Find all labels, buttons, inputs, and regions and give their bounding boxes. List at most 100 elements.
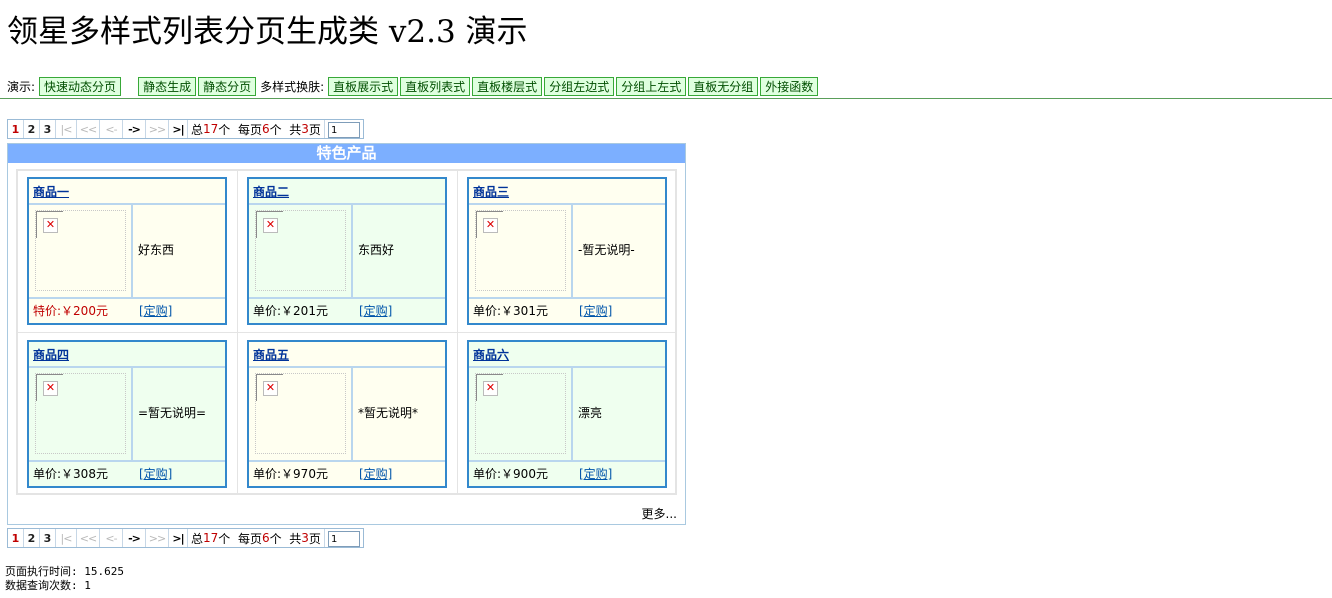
- product-card: 商品二 ✕ 东西好 单价:￥201元 [定购]: [247, 177, 447, 325]
- broken-image-icon: ✕: [43, 218, 58, 233]
- product-description: *暂无说明*: [358, 406, 419, 420]
- order-link[interactable]: [定购]: [359, 302, 392, 319]
- card-divider: [469, 203, 665, 205]
- product-name-link[interactable]: 商品六: [473, 346, 509, 363]
- pages-prefix: 共: [289, 531, 302, 546]
- page-link-2[interactable]: 2: [24, 529, 40, 547]
- broken-image-icon: ✕: [43, 381, 58, 396]
- pager-bottom: 1 2 3 |< << <- -> >> >| 总 17 个 每页 6 个 共3页: [7, 528, 364, 548]
- order-link[interactable]: [定购]: [139, 302, 172, 319]
- pages-prefix: 共: [289, 122, 302, 137]
- product-description: =暂无说明=: [138, 406, 207, 420]
- more-link[interactable]: 更多...: [642, 505, 677, 522]
- skin-label: 多样式换肤:: [260, 79, 325, 94]
- product-description: 东西好: [358, 243, 395, 257]
- prev-group-button: <<: [77, 529, 100, 547]
- page-jump-input[interactable]: [327, 531, 360, 547]
- per-suffix: 个: [269, 122, 282, 137]
- next-page-button[interactable]: ->: [123, 529, 146, 547]
- product-name-link[interactable]: 商品四: [33, 346, 69, 363]
- page-link-1[interactable]: 1: [8, 120, 24, 138]
- product-image[interactable]: ✕: [255, 210, 346, 291]
- per-suffix: 个: [269, 531, 282, 546]
- skin-button-external-func[interactable]: 外接函数: [760, 76, 819, 96]
- card-divider: [249, 366, 445, 368]
- product-price: 单价:￥201元: [253, 304, 328, 318]
- last-page-button[interactable]: >|: [169, 120, 188, 138]
- page-link-3[interactable]: 3: [40, 120, 56, 138]
- product-description: -暂无说明-: [578, 243, 635, 257]
- product-image[interactable]: ✕: [35, 373, 126, 454]
- static-page-button[interactable]: 静态分页: [198, 76, 257, 96]
- product-name-link[interactable]: 商品五: [253, 346, 289, 363]
- card-divider: [469, 460, 665, 462]
- per-page-count: 6: [261, 122, 270, 136]
- product-name-link[interactable]: 商品一: [33, 183, 69, 200]
- page-title: 领星多样式列表分页生成类 v2.3 演示: [7, 14, 528, 50]
- pager-top: 1 2 3 |< << <- -> >> >| 总 17 个 每页 6 个 共3页: [7, 119, 364, 139]
- broken-image-icon: ✕: [483, 381, 498, 396]
- page-link-1[interactable]: 1: [8, 529, 24, 547]
- page-count: 3: [301, 122, 309, 136]
- skin-button-group-top-left[interactable]: 分组上左式: [616, 76, 687, 96]
- next-group-button: >>: [146, 529, 169, 547]
- skin-button-straight-list[interactable]: 直板列表式: [400, 76, 471, 96]
- card-divider: [29, 203, 225, 205]
- card-divider: [351, 205, 353, 299]
- prev-page-button: <-: [100, 120, 123, 138]
- card-divider: [131, 368, 133, 462]
- static-gen-button[interactable]: 静态生成: [138, 76, 197, 96]
- product-card: 商品五 ✕ *暂无说明* 单价:￥970元 [定购]: [247, 340, 447, 488]
- total-count: 17: [203, 531, 219, 545]
- product-description: 漂亮: [578, 406, 603, 420]
- total-suffix: 个: [218, 531, 231, 546]
- product-image[interactable]: ✕: [475, 373, 566, 454]
- page-count: 3: [301, 531, 309, 545]
- pages-suffix: 页: [308, 122, 321, 137]
- total-suffix: 个: [218, 122, 231, 137]
- product-card: 商品六 ✕ 漂亮 单价:￥900元 [定购]: [467, 340, 667, 488]
- skin-button-straight-nogroup[interactable]: 直板无分组: [688, 76, 759, 96]
- page-link-2[interactable]: 2: [24, 120, 40, 138]
- product-name-link[interactable]: 商品二: [253, 183, 289, 200]
- product-price: 单价:￥900元: [473, 467, 548, 481]
- total-prefix: 总: [191, 122, 204, 137]
- card-divider: [249, 297, 445, 299]
- product-price: 单价:￥308元: [33, 467, 108, 481]
- product-image[interactable]: ✕: [475, 210, 566, 291]
- order-link[interactable]: [定购]: [359, 465, 392, 482]
- page-jump-input[interactable]: [327, 122, 360, 138]
- product-image[interactable]: ✕: [35, 210, 126, 291]
- product-image[interactable]: ✕: [255, 373, 346, 454]
- demo-label: 演示:: [7, 79, 36, 94]
- skin-button-straight-floor[interactable]: 直板楼层式: [472, 76, 543, 96]
- exec-time: 页面执行时间: 15.625: [5, 565, 124, 578]
- last-page-button[interactable]: >|: [169, 529, 188, 547]
- pages-suffix: 页: [308, 531, 321, 546]
- skin-button-group-left[interactable]: 分组左边式: [544, 76, 615, 96]
- pager-summary: 总 17 个 每页 6 个 共3页: [188, 120, 325, 138]
- order-link[interactable]: [定购]: [579, 465, 612, 482]
- product-card: 商品三 ✕ -暂无说明- 单价:￥301元 [定购]: [467, 177, 667, 325]
- product-description: 好东西: [138, 243, 175, 257]
- broken-image-icon: ✕: [263, 218, 278, 233]
- panel-title: 特色产品: [8, 144, 685, 163]
- page-link-3[interactable]: 3: [40, 529, 56, 547]
- featured-products-panel: 特色产品 商品一 ✕ 好东西 特价:￥200元 [定购] 商品二 ✕ 东西好 单…: [7, 143, 686, 525]
- order-link[interactable]: [定购]: [139, 465, 172, 482]
- card-divider: [571, 205, 573, 299]
- order-link[interactable]: [定购]: [579, 302, 612, 319]
- fast-dynamic-button[interactable]: 快速动态分页: [39, 76, 122, 96]
- card-divider: [29, 366, 225, 368]
- product-price: 单价:￥301元: [473, 304, 548, 318]
- product-price: 特价:￥200元: [33, 304, 108, 318]
- card-divider: [29, 460, 225, 462]
- next-page-button[interactable]: ->: [123, 120, 146, 138]
- next-group-button: >>: [146, 120, 169, 138]
- per-prefix: 每页: [237, 531, 262, 546]
- skin-button-straight-display[interactable]: 直板展示式: [328, 76, 399, 96]
- card-divider: [469, 297, 665, 299]
- card-divider: [249, 203, 445, 205]
- product-name-link[interactable]: 商品三: [473, 183, 509, 200]
- pager-summary: 总 17 个 每页 6 个 共3页: [188, 529, 325, 547]
